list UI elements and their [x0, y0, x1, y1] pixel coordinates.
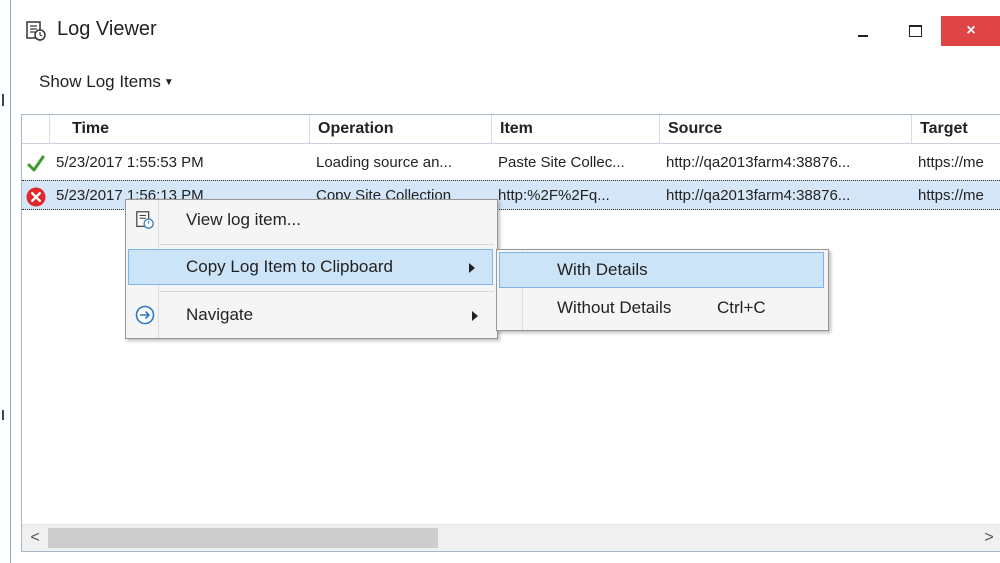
success-check-icon [27, 155, 45, 172]
horizontal-scrollbar[interactable]: < > [22, 524, 1000, 551]
column-header-target[interactable]: Target [912, 115, 1000, 143]
copy-submenu: With Details Without Details Ctrl+C [496, 249, 829, 331]
scroll-thumb[interactable] [48, 528, 438, 548]
column-header-status [22, 115, 50, 143]
caret-down-icon: ▼ [163, 77, 174, 89]
grid-header: Time Operation Item Source Target [22, 115, 1000, 144]
error-x-icon [26, 187, 46, 207]
column-header-item[interactable]: Item [492, 115, 660, 143]
minimize-icon [858, 35, 868, 37]
maximize-icon [908, 25, 922, 37]
menu-item-copy-log-item[interactable]: Copy Log Item to Clipboard [128, 249, 493, 285]
view-log-icon [136, 211, 154, 229]
maximize-button[interactable] [893, 16, 937, 46]
menu-item-view-log-item[interactable]: View log item... [128, 202, 493, 238]
cell-operation: Loading source an... [316, 154, 452, 171]
scroll-right-button[interactable]: > [976, 525, 1000, 551]
close-icon: × [966, 22, 976, 39]
table-row[interactable]: 5/23/2017 1:55:53 PM Loading source an..… [22, 148, 1000, 178]
context-menu: View log item... Copy Log Item to Clipbo… [125, 199, 498, 339]
submenu-arrow-icon [469, 263, 475, 273]
menu-item-label: Copy Log Item to Clipboard [186, 257, 393, 276]
cell-target: https://me [918, 187, 984, 204]
scroll-left-button[interactable]: < [22, 525, 48, 551]
menu-item-with-details[interactable]: With Details [499, 252, 824, 288]
navigate-arrow-icon [135, 305, 155, 325]
shortcut-label: Ctrl+C [717, 298, 766, 317]
menu-item-label: Without Details [557, 298, 672, 317]
log-viewer-icon [26, 21, 46, 41]
cell-time: 5/23/2017 1:55:53 PM [56, 154, 204, 171]
show-log-items-label: Show Log Items [39, 72, 161, 91]
menu-item-without-details[interactable]: Without Details Ctrl+C [499, 290, 824, 326]
submenu-arrow-icon [472, 311, 478, 321]
menu-separator [160, 291, 494, 292]
cell-source: http://qa2013farm4:38876... [666, 154, 851, 171]
window-title: Log Viewer [57, 18, 157, 40]
menu-item-navigate[interactable]: Navigate [128, 297, 493, 333]
minimize-button[interactable] [841, 16, 885, 46]
menu-separator [160, 244, 494, 245]
menu-item-label: View log item... [186, 210, 301, 229]
background-window-edge [2, 94, 4, 106]
column-header-operation[interactable]: Operation [310, 115, 492, 143]
menu-item-label: With Details [557, 260, 648, 279]
column-header-source[interactable]: Source [660, 115, 912, 143]
show-log-items-dropdown[interactable]: Show Log Items ▼ [39, 72, 174, 92]
close-button[interactable]: × [941, 16, 1000, 46]
cell-item: Paste Site Collec... [498, 154, 625, 171]
title-bar: Log Viewer × [11, 0, 1000, 62]
menu-item-label: Navigate [186, 305, 254, 324]
cell-item: http:%2F%2Fq... [498, 187, 610, 204]
cell-target: https://me [918, 154, 984, 171]
cell-source: http://qa2013farm4:38876... [666, 187, 851, 204]
background-window-edge [2, 410, 4, 420]
column-header-time[interactable]: Time [50, 115, 310, 143]
